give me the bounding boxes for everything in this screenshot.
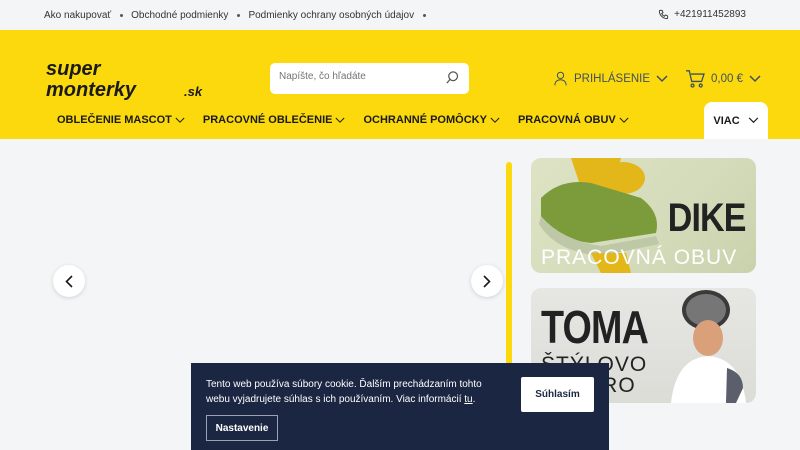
nav-item-mascot[interactable]: OBLEČENIE MASCOT (57, 114, 185, 126)
svg-text:monterky: monterky (46, 79, 137, 100)
nav-more-button[interactable]: VIAC (704, 102, 768, 139)
chevron-down-icon (335, 117, 346, 123)
search-box[interactable] (270, 63, 469, 94)
cookie-settings-button[interactable]: Nastavenie (206, 415, 278, 441)
nav-item-label: PRACOVNÁ OBUV (517, 114, 616, 126)
svg-text:super: super (46, 58, 102, 80)
banner-title: DIKE (668, 196, 747, 240)
separator-dot (120, 14, 124, 17)
slider-prev-button[interactable] (53, 265, 85, 297)
user-icon (554, 71, 567, 86)
chevron-right-icon (483, 274, 491, 288)
nav-item-work-clothing[interactable]: PRACOVNÉ OBLEČENIE (203, 114, 346, 126)
cookie-consent-bar: Tento web používa súbory cookie. Ďalším … (191, 363, 609, 450)
svg-text:.sk: .sk (184, 84, 203, 99)
chevron-down-icon (748, 117, 758, 124)
chevron-down-icon (656, 74, 668, 82)
chevron-down-icon (490, 117, 500, 123)
nav-item-label: PRACOVNÉ OBLEČENIE (202, 114, 333, 126)
nav-more-label: VIAC (713, 114, 740, 127)
nav-item-protective[interactable]: OCHRANNÉ POMÔCKY (363, 114, 500, 126)
main-header: super monterky .sk PRIHLÁSENIE 0,00 € OB… (0, 30, 800, 139)
separator-dot (237, 14, 241, 17)
cookie-message: Tento web používa súbory cookie. Ďalším … (206, 377, 496, 407)
top-utility-bar: Ako nakupovať Obchodné podmienky Podmien… (0, 0, 800, 30)
slider-next-button[interactable] (471, 265, 503, 297)
phone-link[interactable]: +421911452893 (658, 9, 746, 20)
phone-icon (659, 9, 669, 20)
link-terms[interactable]: Obchodné podmienky (131, 10, 228, 21)
main-navigation: OBLEČENIE MASCOT PRACOVNÉ OBLEČENIE OCHR… (57, 114, 647, 126)
banner-dike-footwear[interactable]: DIKE PRACOVNÁ OBUV (531, 158, 756, 273)
banner-subtitle: PRACOVNÁ OBUV (541, 246, 738, 269)
nav-item-footwear[interactable]: PRACOVNÁ OBUV (518, 114, 629, 126)
top-links: Ako nakupovať Obchodné podmienky Podmien… (44, 10, 434, 21)
login-label: PRIHLÁSENIE (574, 72, 651, 85)
cart-button[interactable]: 0,00 € (685, 70, 761, 88)
nav-item-label: OCHRANNÉ POMÔCKY (363, 114, 487, 126)
phone-number: +421911452893 (674, 9, 746, 20)
cart-icon (686, 70, 705, 88)
chevron-down-icon (749, 75, 761, 83)
link-privacy[interactable]: Podmienky ochrany osobných údajov (248, 10, 414, 21)
cookie-text: Tento web používa súbory cookie. Ďalším … (206, 379, 482, 405)
banner-title: TOMA (541, 301, 649, 353)
link-how-to-buy[interactable]: Ako nakupovať (44, 10, 111, 21)
site-logo[interactable]: super monterky .sk (46, 58, 216, 101)
cookie-accept-button[interactable]: Súhlasím (521, 377, 594, 412)
cart-total: 0,00 € (711, 73, 743, 85)
chevron-down-icon (175, 117, 185, 123)
nav-item-label: OBLEČENIE MASCOT (57, 114, 172, 126)
cookie-more-info-link[interactable]: tu (464, 394, 472, 405)
separator-dot (423, 14, 427, 17)
chevron-down-icon (619, 117, 629, 123)
cookie-text-end: . (472, 394, 476, 405)
chevron-left-icon (65, 274, 73, 288)
login-button[interactable]: PRIHLÁSENIE (553, 70, 668, 87)
search-input[interactable] (279, 71, 439, 82)
search-icon[interactable] (445, 70, 460, 90)
